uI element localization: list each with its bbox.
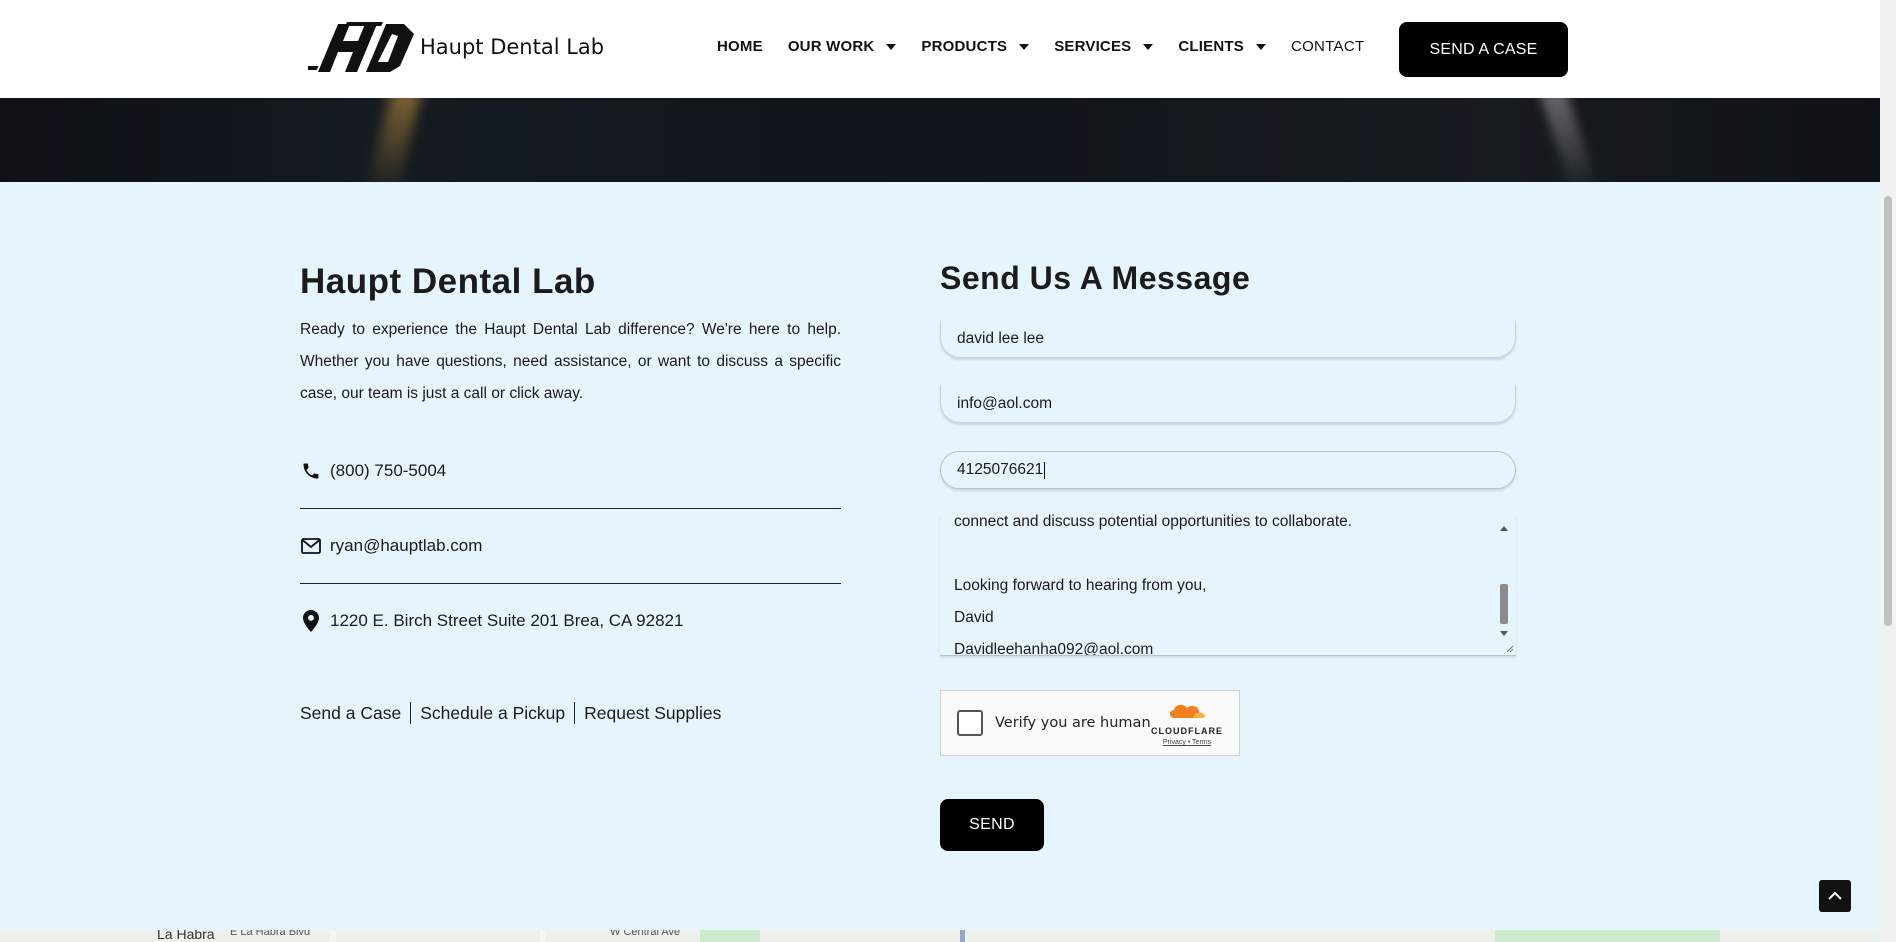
phone-field[interactable]: 4125076621 xyxy=(940,451,1516,489)
page-scrollbar-thumb[interactable] xyxy=(1884,196,1892,626)
hero-light-streak xyxy=(365,98,425,182)
nav-our-work[interactable]: OUR WORK xyxy=(788,38,897,55)
map-road xyxy=(540,930,546,942)
nav-home[interactable]: HOME xyxy=(717,38,763,55)
name-field-value: david lee lee xyxy=(957,330,1045,347)
scroll-down-icon[interactable] xyxy=(1500,631,1508,636)
envelope-icon xyxy=(300,535,322,557)
divider xyxy=(300,508,841,509)
name-field[interactable]: david lee lee xyxy=(940,320,1516,358)
scrollbar-thumb[interactable] xyxy=(1500,584,1508,624)
email-field[interactable]: info@aol.com xyxy=(940,385,1516,423)
link-send-a-case[interactable]: Send a Case xyxy=(300,703,401,724)
nav-home-label: HOME xyxy=(717,38,763,55)
contact-section: Haupt Dental Lab Ready to experience the… xyxy=(0,182,1880,930)
address-row[interactable]: 1220 E. Birch Street Suite 201 Brea, CA … xyxy=(300,610,841,632)
quick-links: Send a Case Schedule a Pickup Request Su… xyxy=(300,702,721,724)
nav-clients[interactable]: CLIENTS xyxy=(1178,38,1266,55)
site-logo[interactable]: Haupt Dental Lab xyxy=(308,20,604,74)
email-field-value: info@aol.com xyxy=(957,395,1052,412)
site-header: Haupt Dental Lab HOME OUR WORK PRODUCTS … xyxy=(0,0,1880,98)
divider xyxy=(300,583,841,584)
map-label: E La Habra Blvd xyxy=(230,930,311,938)
chevron-down-icon xyxy=(1255,43,1266,50)
nav-contact[interactable]: CONTACT xyxy=(1291,38,1364,55)
captcha-privacy-terms[interactable]: Privacy • Terms xyxy=(1149,739,1225,746)
address-text: 1220 E. Birch Street Suite 201 Brea, CA … xyxy=(330,611,684,630)
phone-icon xyxy=(300,460,322,482)
chevron-up-icon xyxy=(1828,891,1842,900)
map-park xyxy=(700,930,760,942)
resize-grip-icon[interactable] xyxy=(1504,643,1514,653)
captcha-brand: CLOUDFLARE xyxy=(1151,726,1223,736)
nav-products-label: PRODUCTS xyxy=(921,38,1008,55)
link-request-supplies[interactable]: Request Supplies xyxy=(584,703,721,724)
page-scrollbar[interactable] xyxy=(1880,0,1896,942)
map-road xyxy=(330,930,336,942)
nav-products[interactable]: PRODUCTS xyxy=(921,38,1030,55)
link-separator xyxy=(574,702,576,724)
map-label: La Habra xyxy=(157,930,215,942)
link-separator xyxy=(410,702,412,724)
logo-text: Haupt Dental Lab xyxy=(420,35,605,59)
chevron-down-icon xyxy=(1143,43,1154,50)
map-label: W Central Ave xyxy=(610,930,681,938)
email-row[interactable]: ryan@hauptlab.com xyxy=(300,535,841,557)
map-embed[interactable]: La Habra E La Habra Blvd W Central Ave xyxy=(0,930,1880,942)
captcha-widget: Verify you are human CLOUDFLARE Privacy … xyxy=(940,690,1240,756)
form-title: Send Us A Message xyxy=(940,260,1251,296)
link-schedule-a-pickup[interactable]: Schedule a Pickup xyxy=(420,703,565,724)
send-button[interactable]: SEND xyxy=(940,799,1044,851)
back-to-top-button[interactable] xyxy=(1819,880,1851,912)
message-text: connect and discuss potential opportunit… xyxy=(954,514,1353,656)
cloudflare-logo: CLOUDFLARE Privacy • Terms xyxy=(1149,701,1225,746)
map-road xyxy=(960,930,965,942)
hero-banner xyxy=(0,98,1880,182)
phone-field-value: 4125076621 xyxy=(957,461,1044,478)
captcha-label: Verify you are human xyxy=(995,715,1151,731)
hd-logo-icon xyxy=(308,22,414,72)
send-a-case-button[interactable]: SEND A CASE xyxy=(1399,22,1568,77)
captcha-checkbox[interactable] xyxy=(957,710,983,736)
chevron-down-icon xyxy=(886,43,897,50)
chevron-down-icon xyxy=(1019,43,1030,50)
textarea-scrollbar[interactable] xyxy=(1498,522,1510,640)
nav-services-label: SERVICES xyxy=(1054,38,1132,55)
map-park xyxy=(1495,930,1720,942)
email-address: ryan@hauptlab.com xyxy=(330,536,483,555)
phone-number: (800) 750-5004 xyxy=(330,461,447,480)
phone-row[interactable]: (800) 750-5004 xyxy=(300,460,841,482)
scroll-up-icon[interactable] xyxy=(1500,526,1508,531)
contact-title: Haupt Dental Lab xyxy=(300,262,596,301)
hero-light-streak xyxy=(1537,98,1599,182)
text-cursor xyxy=(1044,461,1046,479)
main-nav: HOME OUR WORK PRODUCTS SERVICES CLIENTS … xyxy=(717,38,1389,55)
cloud-icon xyxy=(1169,704,1205,718)
nav-clients-label: CLIENTS xyxy=(1178,38,1244,55)
nav-services[interactable]: SERVICES xyxy=(1054,38,1154,55)
map-pin-icon xyxy=(300,610,322,632)
nav-our-work-label: OUR WORK xyxy=(787,38,875,55)
contact-description: Ready to experience the Haupt Dental Lab… xyxy=(300,321,841,402)
message-textarea[interactable]: connect and discuss potential opportunit… xyxy=(940,514,1516,656)
nav-contact-label: CONTACT xyxy=(1290,38,1365,55)
